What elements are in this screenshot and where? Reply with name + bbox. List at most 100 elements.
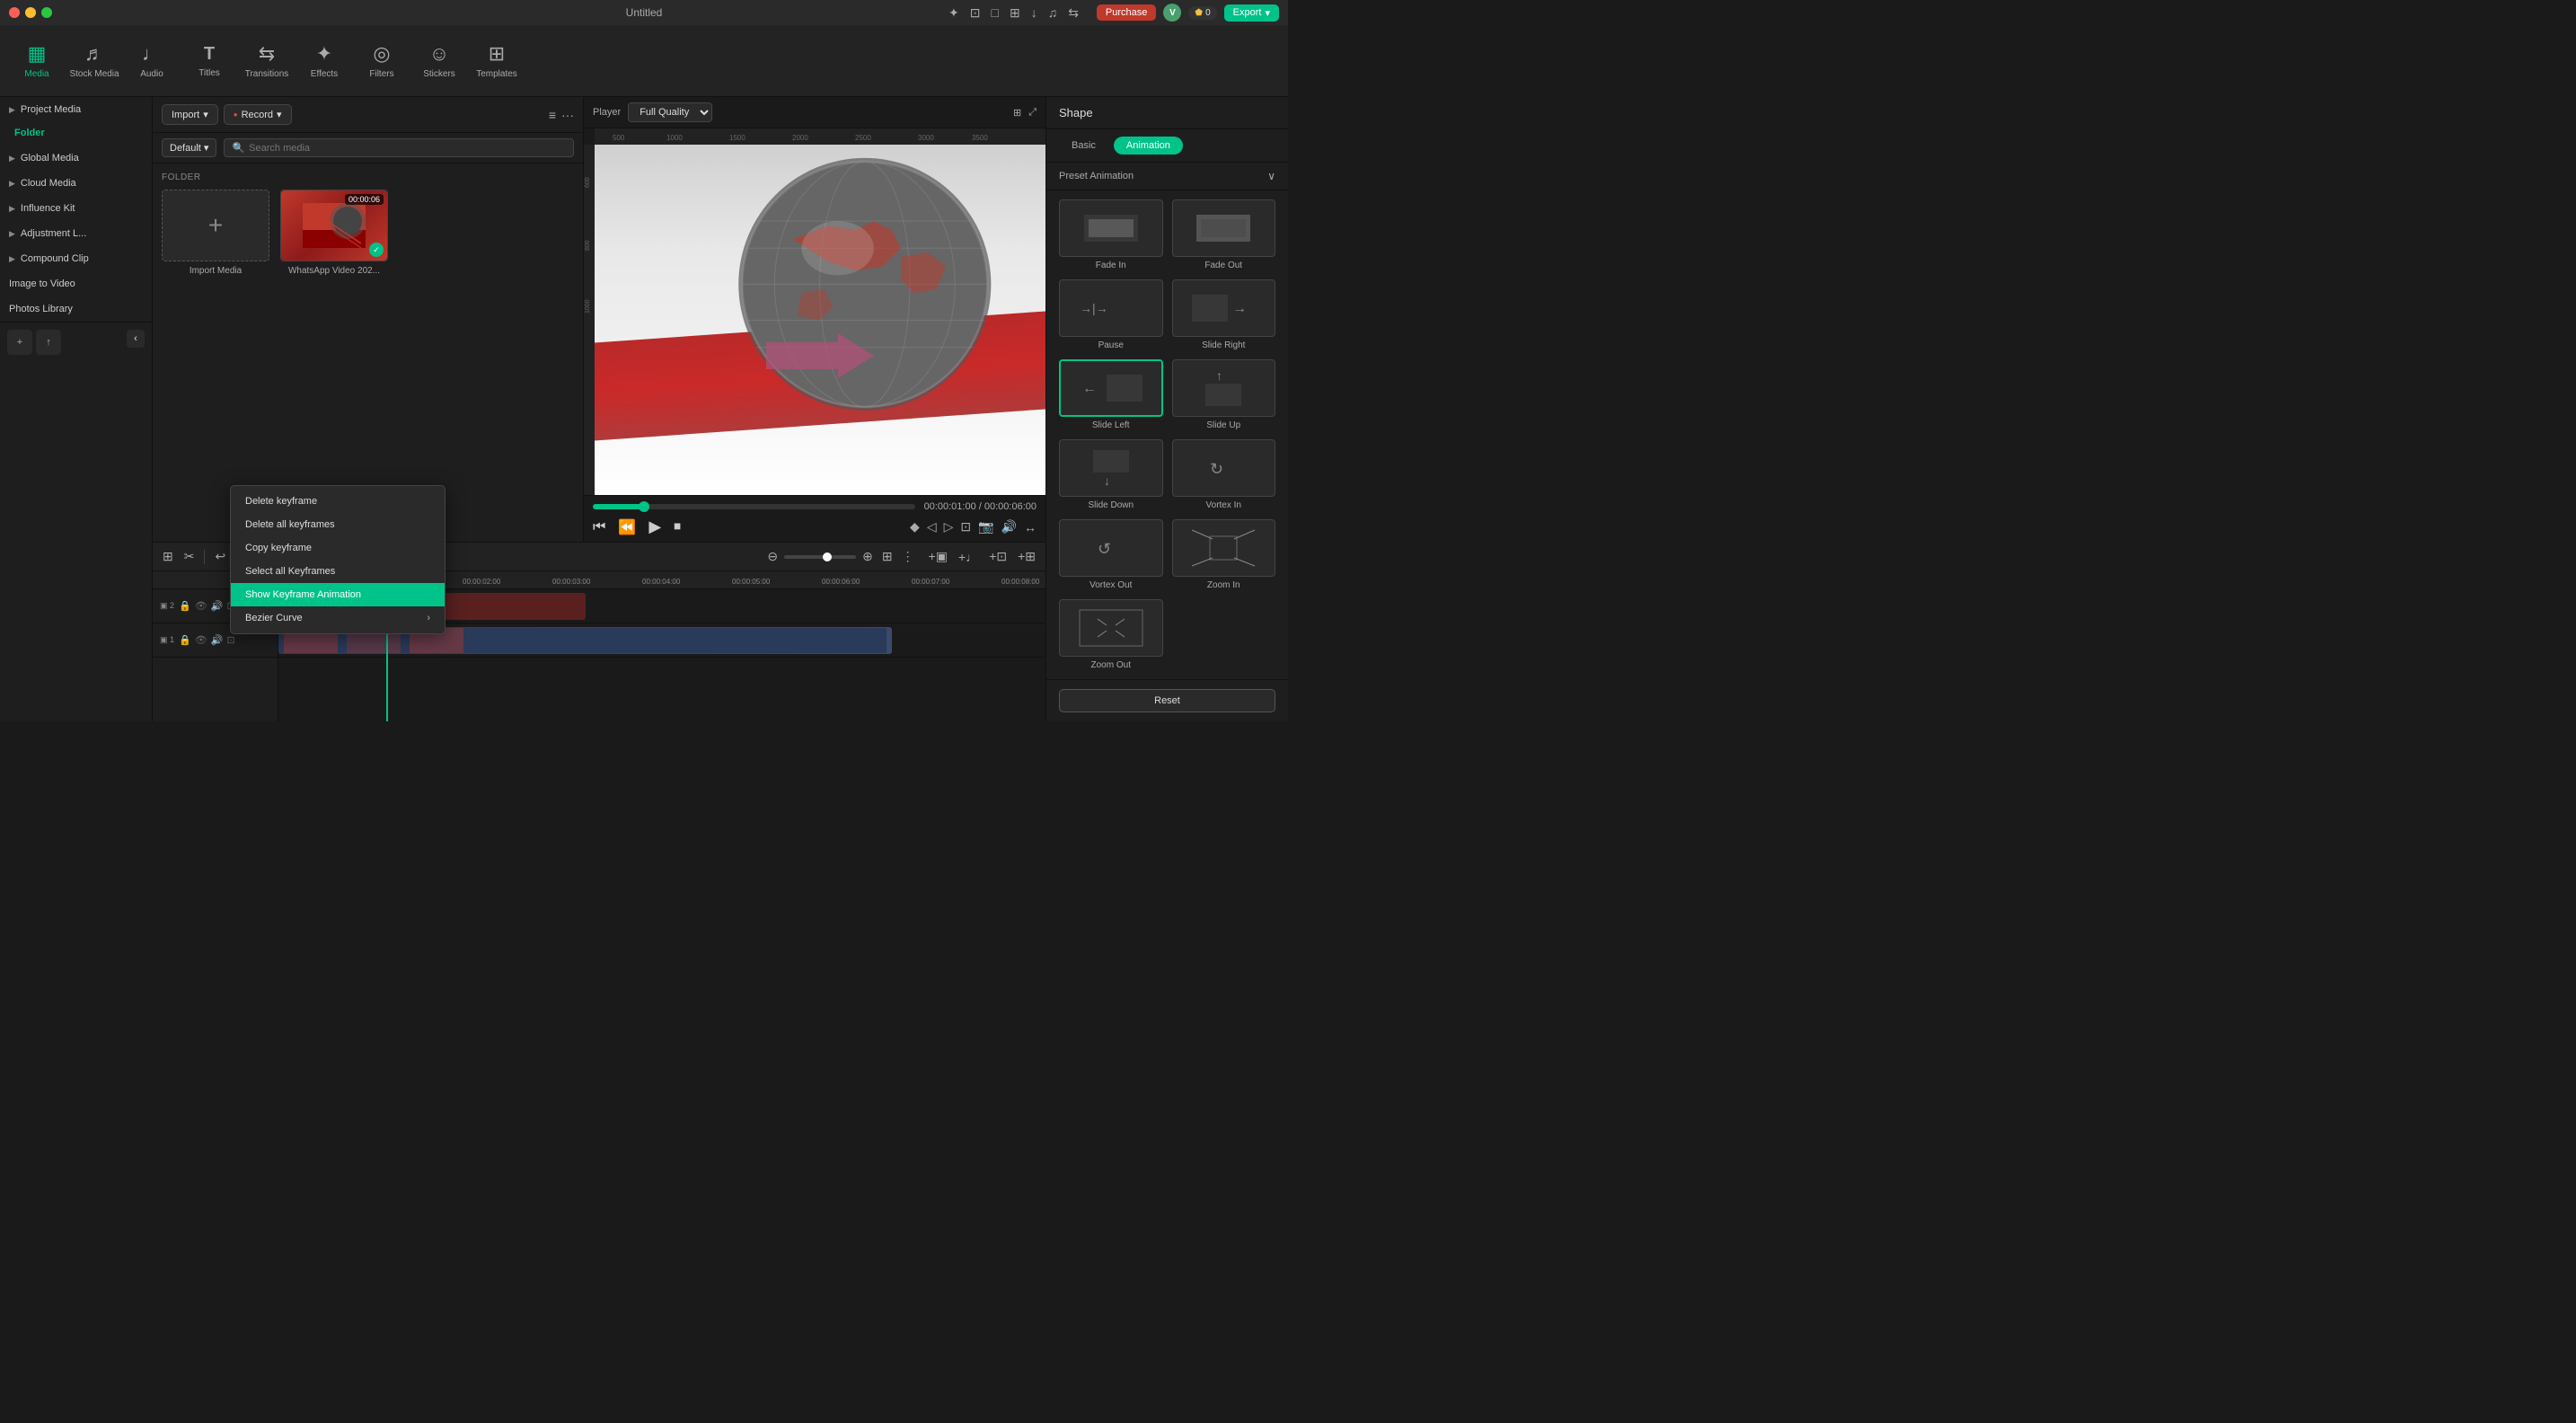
ctx-bezier-curve[interactable]: Bezier Curve ›: [231, 606, 445, 630]
sidebar-folder-label[interactable]: Folder: [0, 122, 152, 146]
zoom-in-timeline-button[interactable]: ⊕: [860, 546, 876, 567]
sidebar-item-global-media[interactable]: ▶ Global Media: [0, 146, 152, 171]
sidebar-item-influence-kit[interactable]: ▶ Influence Kit: [0, 196, 152, 221]
quality-select[interactable]: Full Quality: [628, 102, 712, 122]
expand-button[interactable]: ∨: [1267, 170, 1275, 182]
download-icon[interactable]: ↓: [1031, 5, 1037, 21]
play-button[interactable]: ▶: [648, 517, 661, 536]
purchase-button[interactable]: Purchase: [1097, 4, 1156, 21]
settings-icon[interactable]: ✦: [948, 5, 959, 21]
anim-item-vortex-out[interactable]: ↺ Vortex Out: [1059, 519, 1163, 590]
anim-item-fade-in[interactable]: Fade In: [1059, 199, 1163, 270]
add-track-button[interactable]: ⊞: [160, 546, 176, 567]
snapshot-button[interactable]: 📷: [978, 519, 993, 535]
import-folder-button[interactable]: ↑: [36, 330, 61, 355]
track-eye-icon[interactable]: 👁: [195, 634, 207, 646]
toolbar-item-titles[interactable]: T Titles: [181, 30, 237, 93]
sidebar-item-image-to-video[interactable]: Image to Video: [0, 271, 152, 296]
filter-icon[interactable]: ≡: [549, 108, 556, 122]
track-lock-icon[interactable]: 🔒: [179, 634, 191, 646]
grid-icon[interactable]: ⊞: [1010, 5, 1020, 21]
grid-view-icon[interactable]: ⊞: [1013, 107, 1021, 119]
toolbar-item-media[interactable]: ▦ Media: [9, 30, 65, 93]
reset-button[interactable]: Reset: [1059, 689, 1275, 712]
track-lock-icon[interactable]: 🔒: [179, 600, 191, 612]
fullscreen-icon[interactable]: ⤢: [1028, 107, 1037, 119]
toolbar-item-stickers[interactable]: ☺ Stickers: [411, 30, 467, 93]
import-thumb[interactable]: +: [162, 190, 269, 261]
sidebar-item-cloud-media[interactable]: ▶ Cloud Media: [0, 171, 152, 196]
account-icon[interactable]: ⊡: [970, 5, 981, 21]
anim-item-slide-up[interactable]: ↑ Slide Up: [1172, 359, 1276, 430]
add-overlay-track-button[interactable]: +⊡: [986, 546, 1010, 567]
record-button[interactable]: ● Record ▾: [224, 104, 292, 125]
toolbar-item-filters[interactable]: ◎ Filters: [354, 30, 410, 93]
track-audio-icon[interactable]: 🔊: [211, 600, 224, 612]
ctx-show-keyframe-animation[interactable]: Show Keyframe Animation: [231, 583, 445, 606]
ctx-delete-all-keyframes[interactable]: Delete all keyframes: [231, 513, 445, 536]
anim-item-zoom-in[interactable]: Zoom In: [1172, 519, 1276, 590]
zoom-slider[interactable]: [784, 555, 856, 559]
grid-timeline-button[interactable]: ⊞: [879, 546, 895, 567]
sidebar-item-adjustment[interactable]: ▶ Adjustment L...: [0, 221, 152, 246]
anim-item-pause[interactable]: →|→ Pause: [1059, 279, 1163, 350]
sort-select[interactable]: Default ▾: [162, 138, 216, 157]
export-button[interactable]: Export ▾: [1224, 4, 1279, 22]
minimize-button[interactable]: [25, 7, 36, 18]
tab-animation[interactable]: Animation: [1114, 137, 1183, 155]
progress-bar[interactable]: [593, 504, 915, 509]
video-media-item[interactable]: 00:00:06 ✓ WhatsApp Video 202...: [280, 190, 388, 276]
progress-thumb[interactable]: [639, 501, 649, 512]
maximize-button[interactable]: [41, 7, 52, 18]
add-compound-button[interactable]: +⊞: [1015, 546, 1038, 567]
track-settings-icon[interactable]: ⊡: [226, 634, 234, 646]
sidebar-item-compound-clip[interactable]: ▶ Compound Clip: [0, 246, 152, 271]
anim-item-slide-left[interactable]: ← Slide Left: [1059, 359, 1163, 430]
clip-to-playhead-button[interactable]: ⊡: [960, 519, 971, 535]
sidebar-item-project-media[interactable]: ▶ Project Media: [0, 97, 152, 122]
track-audio-icon[interactable]: 🔊: [211, 634, 224, 646]
headset-icon[interactable]: ♫: [1048, 5, 1058, 21]
next-keyframe-button[interactable]: ▷: [944, 519, 954, 535]
collapse-panel-button[interactable]: ‹: [127, 330, 145, 348]
split-button[interactable]: ✂: [181, 546, 198, 567]
anim-item-vortex-in[interactable]: ↻ Vortex In: [1172, 439, 1276, 510]
toolbar-item-templates[interactable]: ⊞ Templates: [469, 30, 525, 93]
video-thumb[interactable]: 00:00:06 ✓: [280, 190, 388, 261]
import-media-item[interactable]: + Import Media: [162, 190, 269, 276]
step-back-button[interactable]: ⏪: [618, 518, 636, 536]
toolbar-item-transitions[interactable]: ⇆ Transitions: [239, 30, 295, 93]
keyframe-button[interactable]: ◆: [910, 519, 920, 535]
swap-icon[interactable]: ⇆: [1068, 5, 1079, 21]
toolbar-item-stock-media[interactable]: ♬ Stock Media: [66, 30, 122, 93]
add-audio-track-button[interactable]: +♩: [956, 547, 981, 567]
ctx-select-all-keyframes[interactable]: Select all Keyframes: [231, 560, 445, 583]
close-button[interactable]: [9, 7, 20, 18]
anim-item-slide-down[interactable]: ↓ Slide Down: [1059, 439, 1163, 510]
ctx-delete-keyframe[interactable]: Delete keyframe: [231, 490, 445, 513]
toolbar-item-audio[interactable]: ♩ Audio: [124, 30, 180, 93]
zoom-out-button[interactable]: ↔: [1024, 520, 1037, 535]
search-input[interactable]: [249, 143, 566, 154]
zoom-out-timeline-button[interactable]: ⊖: [764, 546, 781, 567]
import-button[interactable]: Import ▾: [162, 104, 218, 125]
undo-button[interactable]: ↩: [212, 546, 228, 567]
new-folder-button[interactable]: +: [7, 330, 32, 355]
sidebar-item-photos-library[interactable]: Photos Library: [0, 296, 152, 322]
monitor-icon[interactable]: □: [991, 5, 998, 21]
skip-back-button[interactable]: ⏮: [593, 519, 605, 535]
tab-basic[interactable]: Basic: [1059, 137, 1108, 155]
toolbar-item-effects[interactable]: ✦ Effects: [296, 30, 352, 93]
more-timeline-button[interactable]: ⋮: [899, 546, 917, 567]
anim-item-zoom-out[interactable]: Zoom Out: [1059, 599, 1163, 670]
prev-keyframe-button[interactable]: ◁: [927, 519, 937, 535]
more-options-icon[interactable]: ···: [561, 108, 574, 122]
ctx-copy-keyframe[interactable]: Copy keyframe: [231, 536, 445, 560]
user-avatar[interactable]: V: [1163, 4, 1181, 22]
add-video-track-button[interactable]: +▣: [926, 546, 950, 567]
anim-item-slide-right[interactable]: → Slide Right: [1172, 279, 1276, 350]
anim-item-fade-out[interactable]: Fade Out: [1172, 199, 1276, 270]
track-eye-icon[interactable]: 👁: [195, 600, 207, 612]
stop-button[interactable]: ⏹: [674, 519, 681, 535]
audio-button[interactable]: 🔊: [1001, 519, 1017, 535]
